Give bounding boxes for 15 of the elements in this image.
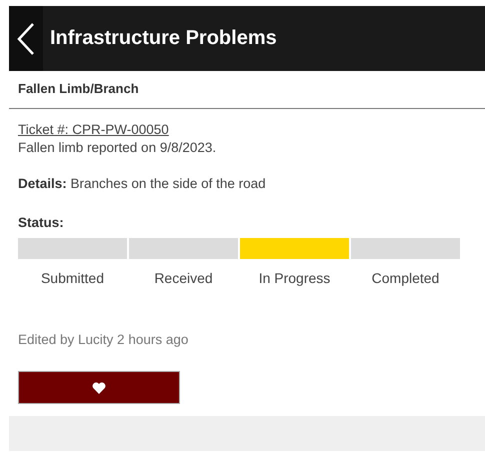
details-text: Details: Branches on the side of the road xyxy=(18,175,266,193)
like-button[interactable] xyxy=(18,371,180,404)
back-button[interactable] xyxy=(9,6,43,71)
status-step-label: Completed xyxy=(372,270,440,286)
back-icon xyxy=(17,22,35,56)
problem-title: Fallen Limb/Branch xyxy=(17,80,140,98)
status-step-label: In Progress xyxy=(258,270,330,286)
edited-text: Edited by Lucity 2 hours ago xyxy=(18,332,188,347)
status-label: Status: xyxy=(18,215,64,230)
status-step-label: Submitted xyxy=(40,270,104,286)
ticket-link[interactable]: Ticket #: CPR-PW-00050 xyxy=(18,121,169,139)
status-step-label: Received xyxy=(154,270,213,286)
heart-icon xyxy=(92,382,106,394)
page-title: Infrastructure Problems xyxy=(50,27,277,50)
summary-text: Fallen limb reported on 9/8/2023. xyxy=(18,139,216,157)
